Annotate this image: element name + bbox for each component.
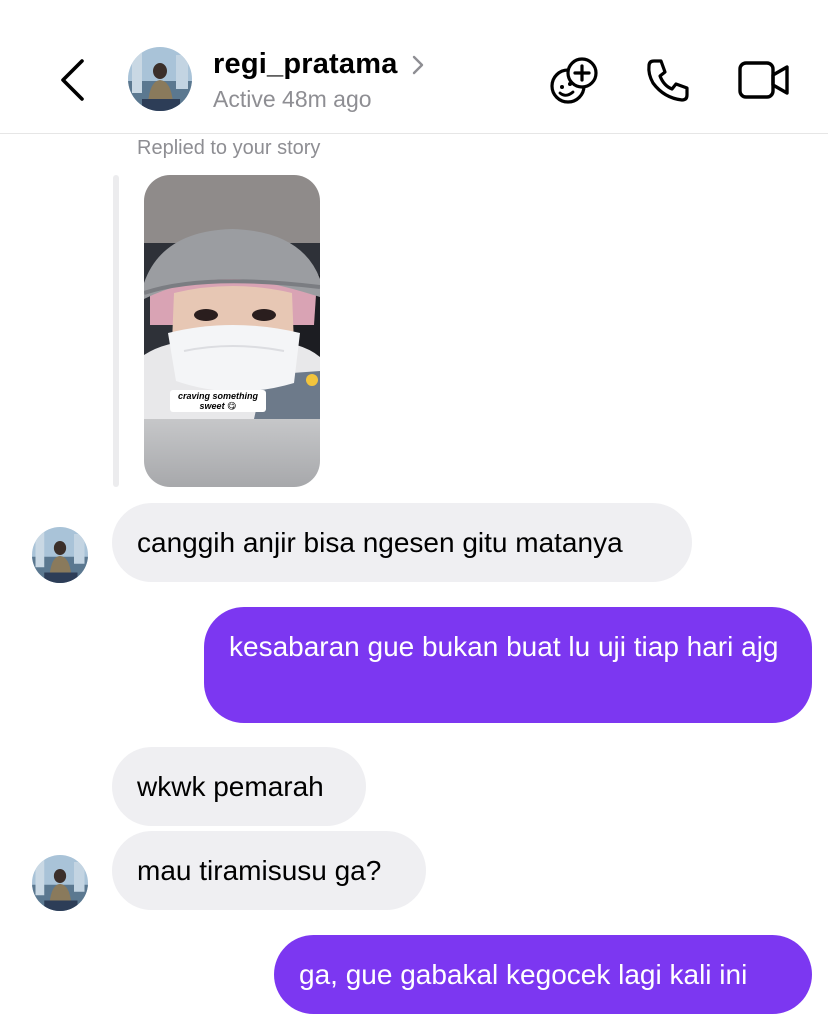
phone-icon [647, 59, 689, 102]
chat-header: regi_pratama Active 48m ago [0, 0, 828, 134]
back-button[interactable] [50, 52, 94, 108]
avatar[interactable] [32, 855, 88, 911]
story-image [144, 229, 320, 419]
username: regi_pratama [213, 48, 398, 80]
story-text-sticker: craving something sweet 😋 [170, 390, 266, 412]
avatar[interactable] [32, 527, 88, 583]
active-status: Active 48m ago [213, 86, 372, 112]
story-reply-caption: Replied to your story [137, 137, 321, 159]
voice-call-button[interactable] [640, 54, 696, 106]
message-bubble-outgoing[interactable]: ga, gue gabakal kegocek lagi kali ini [274, 935, 812, 1014]
message-bubble-incoming[interactable]: canggih anjir bisa ngesen gitu matanya [112, 503, 692, 582]
message-bubble-outgoing[interactable]: kesabaran gue bukan buat lu uji tiap har… [204, 607, 812, 723]
sticker-add-icon [550, 57, 598, 104]
avatar-photo [32, 855, 88, 911]
username-button[interactable]: regi_pratama [213, 48, 424, 81]
chevron-right-icon [412, 55, 424, 75]
avatar-photo [32, 527, 88, 583]
sticker-line-2: sweet 😋 [199, 401, 237, 411]
reply-quote-bar [113, 175, 119, 487]
video-call-button[interactable] [736, 54, 792, 106]
avatar[interactable] [128, 47, 192, 111]
message-bubble-incoming[interactable]: mau tiramisusu ga? [112, 831, 426, 910]
effects-button[interactable] [547, 54, 603, 106]
sticker-line-1: craving something [177, 391, 258, 401]
avatar-photo [128, 47, 192, 111]
message-bubble-incoming[interactable]: wkwk pemarah [112, 747, 366, 826]
story-thumbnail[interactable]: craving something sweet 😋 [144, 175, 320, 487]
chevron-left-icon [61, 59, 84, 101]
video-camera-icon [738, 61, 789, 99]
